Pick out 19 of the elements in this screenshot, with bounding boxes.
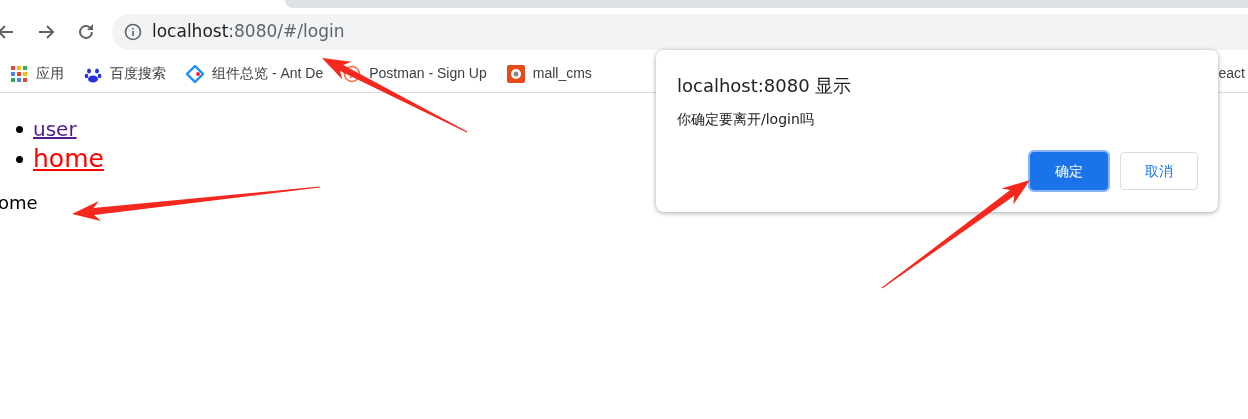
ok-button[interactable]: 确定: [1030, 152, 1108, 190]
address-bar[interactable]: localhost:8080/#/login: [112, 13, 1248, 50]
bookmark[interactable]: 百度搜索: [74, 63, 176, 84]
bookmark[interactable]: 应用: [0, 63, 74, 84]
tile-icon: [506, 64, 525, 83]
info-icon[interactable]: [124, 22, 142, 41]
dialog-title: localhost:8080 显示: [677, 74, 853, 98]
url-text: localhost:8080/#/login: [152, 19, 345, 43]
apps-icon: [10, 64, 28, 83]
bullet-icon: [16, 125, 23, 133]
cancel-button[interactable]: 取消: [1120, 152, 1198, 190]
nav-link[interactable]: user: [33, 115, 77, 143]
bullet-icon: [16, 155, 23, 163]
diamond-icon: [186, 64, 204, 83]
nav-link[interactable]: home: [33, 143, 104, 175]
bookmark[interactable]: eact: [1218, 63, 1248, 84]
bookmark[interactable]: 组件总览 - Ant De: [176, 63, 334, 84]
dialog-message: 你确定要离开/login吗: [677, 110, 815, 129]
bookmark[interactable]: mall_cms: [496, 63, 602, 84]
